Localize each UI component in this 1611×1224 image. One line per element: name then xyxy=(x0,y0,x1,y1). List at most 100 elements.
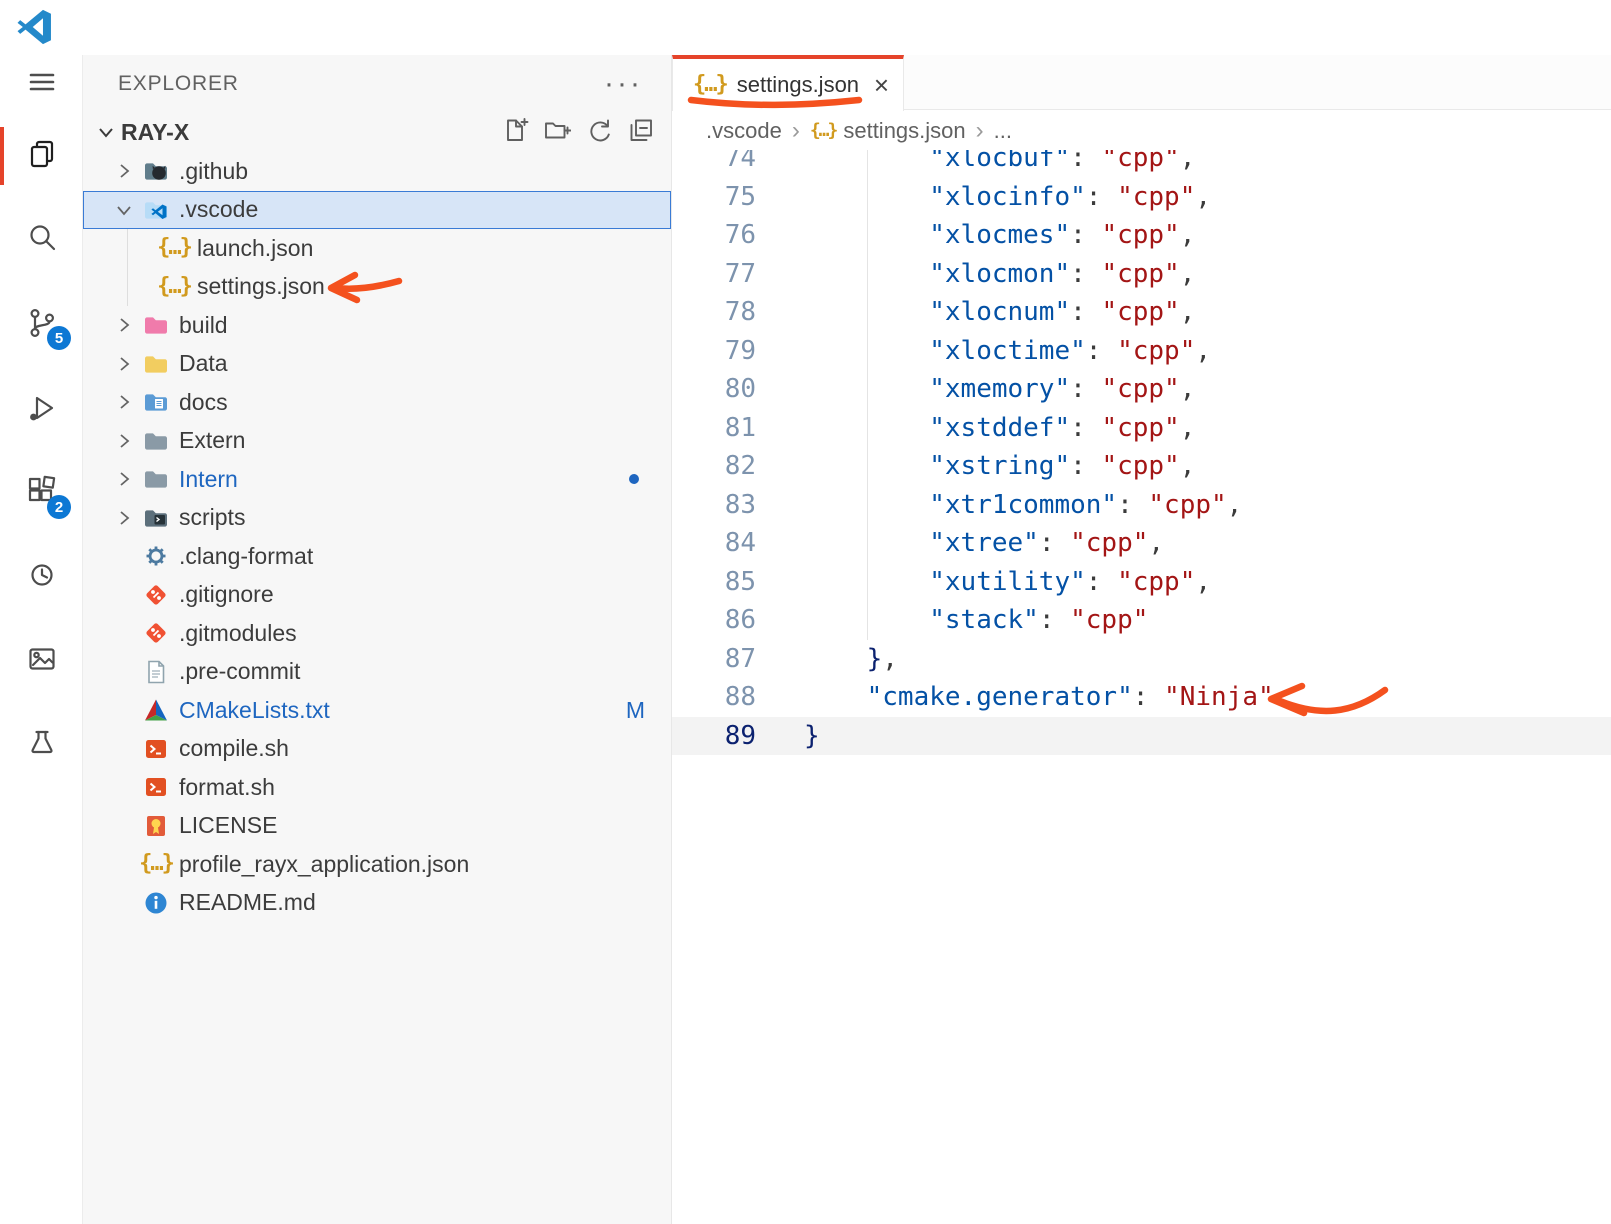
tree-item-intern[interactable]: Intern xyxy=(83,460,671,499)
breadcrumb-item-vscode[interactable]: .vscode xyxy=(706,118,782,144)
line-content: "xlocmon": "cpp", xyxy=(756,255,1611,294)
tree-item-launch-json[interactable]: {…}launch.json xyxy=(83,229,671,268)
github-folder-icon xyxy=(139,157,173,185)
code-line-89[interactable]: 89} xyxy=(672,717,1611,756)
tree-item-scripts[interactable]: scripts xyxy=(83,499,671,538)
refresh-icon[interactable] xyxy=(585,116,613,149)
breadcrumb-item-[interactable]: ... xyxy=(994,118,1012,144)
code-line-86[interactable]: 86 "stack": "cpp" xyxy=(672,601,1611,640)
collapse-all-icon[interactable] xyxy=(627,116,655,149)
tab-bar: {…} settings.json × xyxy=(672,55,1611,110)
tree-item-data[interactable]: Data xyxy=(83,345,671,384)
item-label: compile.sh xyxy=(179,735,289,762)
line-content: "xlocnum": "cpp", xyxy=(756,293,1611,332)
tree-item-format-sh[interactable]: format.sh xyxy=(83,768,671,807)
activity-run-debug[interactable] xyxy=(0,385,83,435)
image-icon xyxy=(24,641,60,682)
new-folder-icon[interactable] xyxy=(543,116,571,149)
code-editor[interactable]: 74 "xlocbuf": "cpp",75 "xlocinfo": "cpp"… xyxy=(672,150,1611,1224)
item-label: .github xyxy=(179,158,248,185)
activity-menu[interactable] xyxy=(0,59,83,109)
line-content: }, xyxy=(756,640,1611,679)
activity-extensions[interactable]: 2 xyxy=(0,469,83,519)
breadcrumb-item-settings-json[interactable]: {…}settings.json xyxy=(810,118,966,144)
vscode-logo-icon xyxy=(16,8,54,46)
breadcrumb-label: ... xyxy=(994,118,1012,144)
explorer-sidebar: EXPLORER ··· RAY-X .github .vscode {…}laun… xyxy=(83,55,672,1224)
line-content: "xlocinfo": "cpp", xyxy=(756,178,1611,217)
activity-source-control[interactable]: 5 xyxy=(0,300,83,350)
code-line-74[interactable]: 74 "xlocbuf": "cpp", xyxy=(672,150,1611,178)
shell-file-icon xyxy=(139,735,173,763)
badge-count: 5 xyxy=(47,326,71,350)
code-line-76[interactable]: 76 "xlocmes": "cpp", xyxy=(672,216,1611,255)
close-icon[interactable]: × xyxy=(874,72,889,98)
code-line-79[interactable]: 79 "xloctime": "cpp", xyxy=(672,332,1611,371)
item-label: .gitignore xyxy=(179,581,274,608)
tree-item-cmakelists-txt[interactable]: CMakeLists.txtM xyxy=(83,691,671,730)
license-file-icon xyxy=(139,812,173,840)
tab-settings-json[interactable]: {…} settings.json × xyxy=(672,55,904,111)
tree-item-gitmodules[interactable]: .gitmodules xyxy=(83,614,671,653)
json-icon: {…} xyxy=(693,74,727,96)
folder-plain-icon xyxy=(139,465,173,493)
tree-item-build[interactable]: build xyxy=(83,306,671,345)
indent-guide xyxy=(867,255,868,294)
tree-item-profile-rayx-application-json[interactable]: {…}profile_rayx_application.json xyxy=(83,845,671,884)
sidebar-header: EXPLORER ··· xyxy=(83,64,671,104)
activity-search[interactable] xyxy=(0,215,83,265)
line-content: "xtr1common": "cpp", xyxy=(756,486,1611,525)
indent-guide xyxy=(867,216,868,255)
activity-tests[interactable] xyxy=(0,720,83,770)
code-line-80[interactable]: 80 "xmemory": "cpp", xyxy=(672,370,1611,409)
code-line-81[interactable]: 81 "xstddef": "cpp", xyxy=(672,409,1611,448)
line-content: "xloctime": "cpp", xyxy=(756,332,1611,371)
activity-image-preview[interactable] xyxy=(0,636,83,686)
tree-item-license[interactable]: LICENSE xyxy=(83,807,671,846)
project-name: RAY-X xyxy=(121,119,189,146)
line-number: 79 xyxy=(672,332,756,371)
item-label: .vscode xyxy=(179,196,258,223)
activity-explorer[interactable] xyxy=(0,131,83,181)
line-content: "xtree": "cpp", xyxy=(756,524,1611,563)
new-file-icon[interactable] xyxy=(501,116,529,149)
code-line-88[interactable]: 88 "cmake.generator": "Ninja" xyxy=(672,678,1611,717)
code-line-82[interactable]: 82 "xstring": "cpp", xyxy=(672,447,1611,486)
indent-guide xyxy=(867,370,868,409)
tree-item-clang-format[interactable]: .clang-format xyxy=(83,537,671,576)
tree-item-settings-json[interactable]: {…}settings.json xyxy=(83,268,671,307)
line-number: 82 xyxy=(672,447,756,486)
tree-item-gitignore[interactable]: .gitignore xyxy=(83,576,671,615)
json-file-icon: {…} xyxy=(157,237,191,259)
active-indicator xyxy=(0,127,4,185)
tree-item-github[interactable]: .github xyxy=(83,152,671,191)
title-bar xyxy=(0,0,1611,55)
tree-item-vscode[interactable]: .vscode xyxy=(83,191,671,230)
tree-item-readme-md[interactable]: README.md xyxy=(83,884,671,923)
code-line-84[interactable]: 84 "xtree": "cpp", xyxy=(672,524,1611,563)
chevron-right-icon xyxy=(109,392,139,412)
tree-item-pre-commit[interactable]: .pre-commit xyxy=(83,653,671,692)
code-line-77[interactable]: 77 "xlocmon": "cpp", xyxy=(672,255,1611,294)
code-line-78[interactable]: 78 "xlocnum": "cpp", xyxy=(672,293,1611,332)
activity-history[interactable] xyxy=(0,552,83,602)
tree-item-compile-sh[interactable]: compile.sh xyxy=(83,730,671,769)
line-number: 78 xyxy=(672,293,756,332)
code-line-85[interactable]: 85 "xutility": "cpp", xyxy=(672,563,1611,602)
code-line-75[interactable]: 75 "xlocinfo": "cpp", xyxy=(672,178,1611,217)
indent-guide xyxy=(867,486,868,525)
badge-count: 2 xyxy=(47,495,71,519)
debug-icon xyxy=(24,390,60,431)
item-label: Extern xyxy=(179,427,245,454)
project-section-header[interactable]: RAY-X xyxy=(83,112,671,152)
code-line-83[interactable]: 83 "xtr1common": "cpp", xyxy=(672,486,1611,525)
tree-item-docs[interactable]: docs xyxy=(83,383,671,422)
chevron-right-icon xyxy=(109,354,139,374)
sidebar-title: EXPLORER xyxy=(118,72,239,96)
gear-file-icon xyxy=(139,542,173,570)
chevron-right-icon xyxy=(109,469,139,489)
line-number: 77 xyxy=(672,255,756,294)
tree-item-extern[interactable]: Extern xyxy=(83,422,671,461)
code-line-87[interactable]: 87 }, xyxy=(672,640,1611,679)
more-actions-icon[interactable]: ··· xyxy=(604,74,643,94)
